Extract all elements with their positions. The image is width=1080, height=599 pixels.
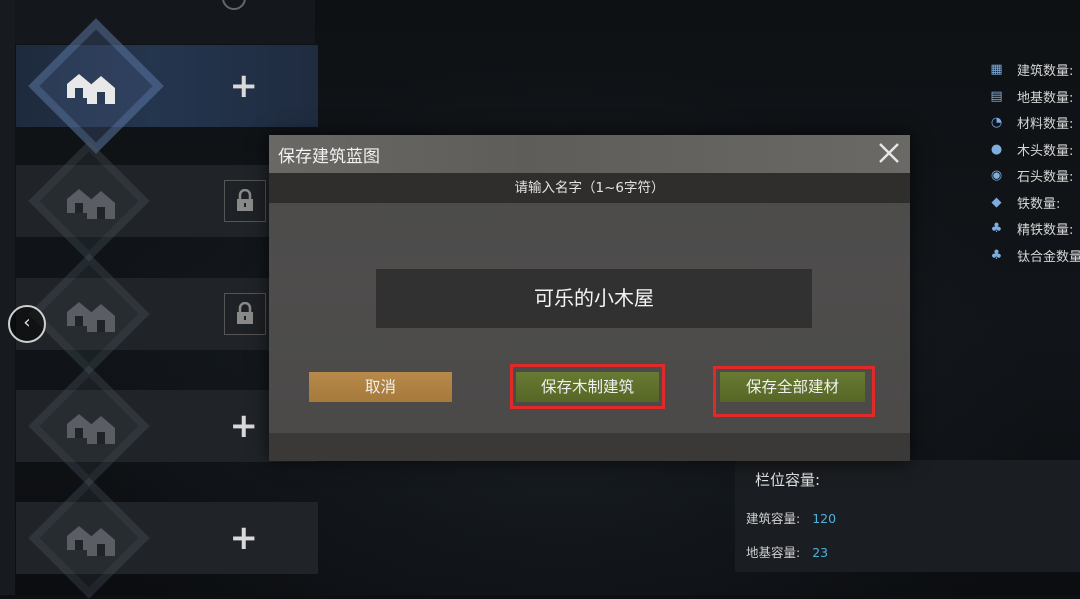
- building-capacity-row: 建筑容量: 120: [746, 508, 836, 527]
- left-edge-bar: [0, 0, 15, 595]
- stat-row: ♣ 精铁数量:: [985, 217, 1080, 244]
- stat-label: 地基数量:: [1017, 90, 1074, 106]
- capacity-title: 栏位容量:: [755, 471, 821, 489]
- refined-iron-icon: ♣: [990, 221, 1003, 236]
- dialog-footer: [269, 433, 910, 461]
- stat-row: ♣ 钛合金数量:: [985, 244, 1080, 271]
- house-icon: [67, 302, 115, 332]
- stone-icon: ◉: [990, 168, 1003, 183]
- stat-label: 材料数量:: [1017, 117, 1074, 132]
- blueprint-slot-5[interactable]: +: [16, 477, 318, 599]
- stat-row: ▤ 地基数量:: [985, 85, 1080, 112]
- stat-label: 石头数量:: [1017, 170, 1074, 185]
- capacity-panel: 栏位容量: 建筑容量: 120 地基容量: 23: [735, 460, 1080, 572]
- building-icon: ▦: [990, 62, 1003, 77]
- house-icon: [67, 74, 115, 104]
- stat-label: 木头数量:: [1017, 143, 1074, 159]
- chevron-left-icon[interactable]: ‹: [8, 305, 46, 343]
- plus-icon[interactable]: +: [230, 409, 259, 443]
- top-header-strip: [15, 0, 315, 44]
- save-wood-button[interactable]: 保存木制建筑: [516, 372, 659, 402]
- cancel-button[interactable]: 取消: [309, 372, 452, 402]
- dialog-title: 保存建筑蓝图: [278, 147, 380, 167]
- lock-icon: [224, 293, 266, 335]
- titanium-icon: ♣: [990, 247, 1003, 263]
- foundation-capacity-value: 23: [812, 545, 829, 560]
- stat-row: ▦ 建筑数量:: [985, 58, 1080, 85]
- close-icon[interactable]: [876, 140, 902, 166]
- blueprint-name-input[interactable]: 可乐的小木屋: [376, 269, 812, 328]
- foundation-capacity-label: 地基容量:: [746, 545, 801, 560]
- save-blueprint-dialog: 保存建筑蓝图 请输入名字（1~6字符） 可乐的小木屋 取消 保存木制建筑 保存全…: [269, 135, 910, 461]
- blueprint-slot-1[interactable]: +: [16, 18, 318, 154]
- house-icon: [67, 189, 115, 219]
- stat-label: 建筑数量:: [1017, 64, 1074, 79]
- house-icon: [67, 414, 115, 444]
- stat-row: ● 木头数量:: [985, 138, 1080, 165]
- plus-icon[interactable]: +: [230, 521, 259, 555]
- stat-label: 铁数量:: [1017, 196, 1061, 212]
- house-icon: [67, 526, 115, 556]
- building-capacity-value: 120: [812, 511, 837, 526]
- save-all-button[interactable]: 保存全部建材: [720, 372, 865, 402]
- stat-label: 精铁数量:: [1017, 223, 1074, 238]
- stat-label: 钛合金数量:: [1017, 249, 1080, 265]
- lock-icon: [224, 180, 266, 222]
- material-icon: ◔: [990, 115, 1003, 130]
- dialog-header: 保存建筑蓝图: [269, 135, 910, 173]
- stat-row: ◆ 铁数量:: [985, 191, 1080, 218]
- foundation-icon: ▤: [990, 88, 1003, 104]
- wood-icon: ●: [990, 141, 1003, 157]
- name-prompt: 请输入名字（1~6字符）: [269, 173, 910, 203]
- iron-icon: ◆: [991, 194, 1002, 210]
- stat-row: ◔ 材料数量:: [985, 111, 1080, 138]
- building-capacity-label: 建筑容量:: [746, 511, 801, 526]
- plus-icon[interactable]: +: [230, 69, 259, 103]
- foundation-capacity-row: 地基容量: 23: [746, 542, 828, 561]
- resource-stats-list: ▦ 建筑数量: ▤ 地基数量: ◔ 材料数量: ● 木头数量: ◉ 石头数量: …: [985, 58, 1080, 270]
- stat-row: ◉ 石头数量:: [985, 164, 1080, 191]
